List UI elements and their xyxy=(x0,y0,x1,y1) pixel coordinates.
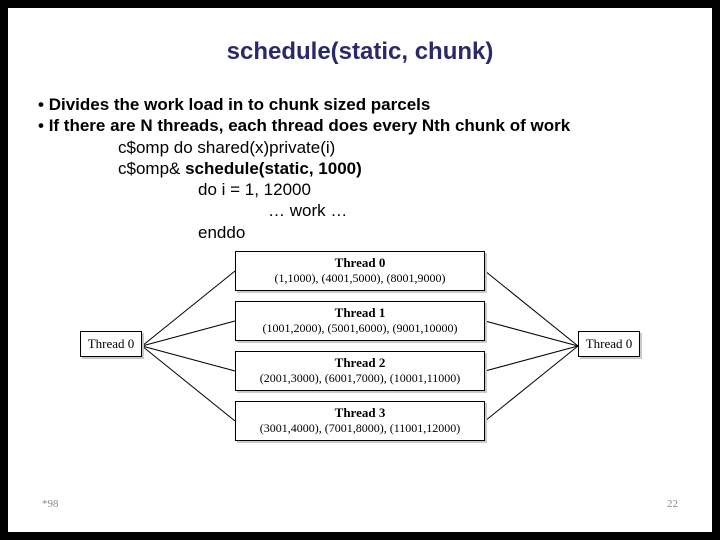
code-line: do i = 1, 12000 xyxy=(198,179,682,200)
thread-diagram: Thread 0 Thread 0 Thread 0 (1,1000), (40… xyxy=(80,251,640,451)
code-line: c$omp do shared(x)private(i) xyxy=(118,137,682,158)
code-block: c$omp do shared(x)private(i) c$omp& sche… xyxy=(118,137,682,243)
bullet-item: Divides the work load in to chunk sized … xyxy=(38,94,682,115)
thread-name: Thread 3 xyxy=(242,406,478,421)
code-line: enddo xyxy=(198,222,682,243)
code-directive-prefix: c$omp& xyxy=(118,159,185,178)
thread-name: Thread 2 xyxy=(242,356,478,371)
thread-ranges: (2001,3000), (6001,7000), (10001,11000) xyxy=(260,371,461,385)
thread-sink-box: Thread 0 xyxy=(578,331,640,357)
thread-source-box: Thread 0 xyxy=(80,331,142,357)
thread-box-3: Thread 3 (3001,4000), (7001,8000), (1100… xyxy=(235,401,485,441)
code-line: c$omp& schedule(static, 1000) xyxy=(118,158,682,179)
thread-name: Thread 0 xyxy=(242,256,478,271)
slide-title: schedule(static, chunk) xyxy=(38,38,682,66)
bullet-list: Divides the work load in to chunk sized … xyxy=(38,94,682,243)
bullet-item: If there are N threads, each thread does… xyxy=(38,115,682,136)
thread-ranges: (3001,4000), (7001,8000), (11001,12000) xyxy=(260,421,461,435)
thread-ranges: (1,1000), (4001,5000), (8001,9000) xyxy=(275,271,446,285)
code-directive-bold: schedule(static, 1000) xyxy=(185,159,362,178)
code-line: … work … xyxy=(268,200,682,221)
thread-box-1: Thread 1 (1001,2000), (5001,6000), (9001… xyxy=(235,301,485,341)
thread-name: Thread 1 xyxy=(242,306,478,321)
footer-left: *98 xyxy=(42,498,59,510)
slide: schedule(static, chunk) Divides the work… xyxy=(8,8,712,532)
thread-box-0: Thread 0 (1,1000), (4001,5000), (8001,90… xyxy=(235,251,485,291)
footer-right: 22 xyxy=(667,498,678,510)
thread-ranges: (1001,2000), (5001,6000), (9001,10000) xyxy=(263,321,458,335)
thread-box-2: Thread 2 (2001,3000), (6001,7000), (1000… xyxy=(235,351,485,391)
